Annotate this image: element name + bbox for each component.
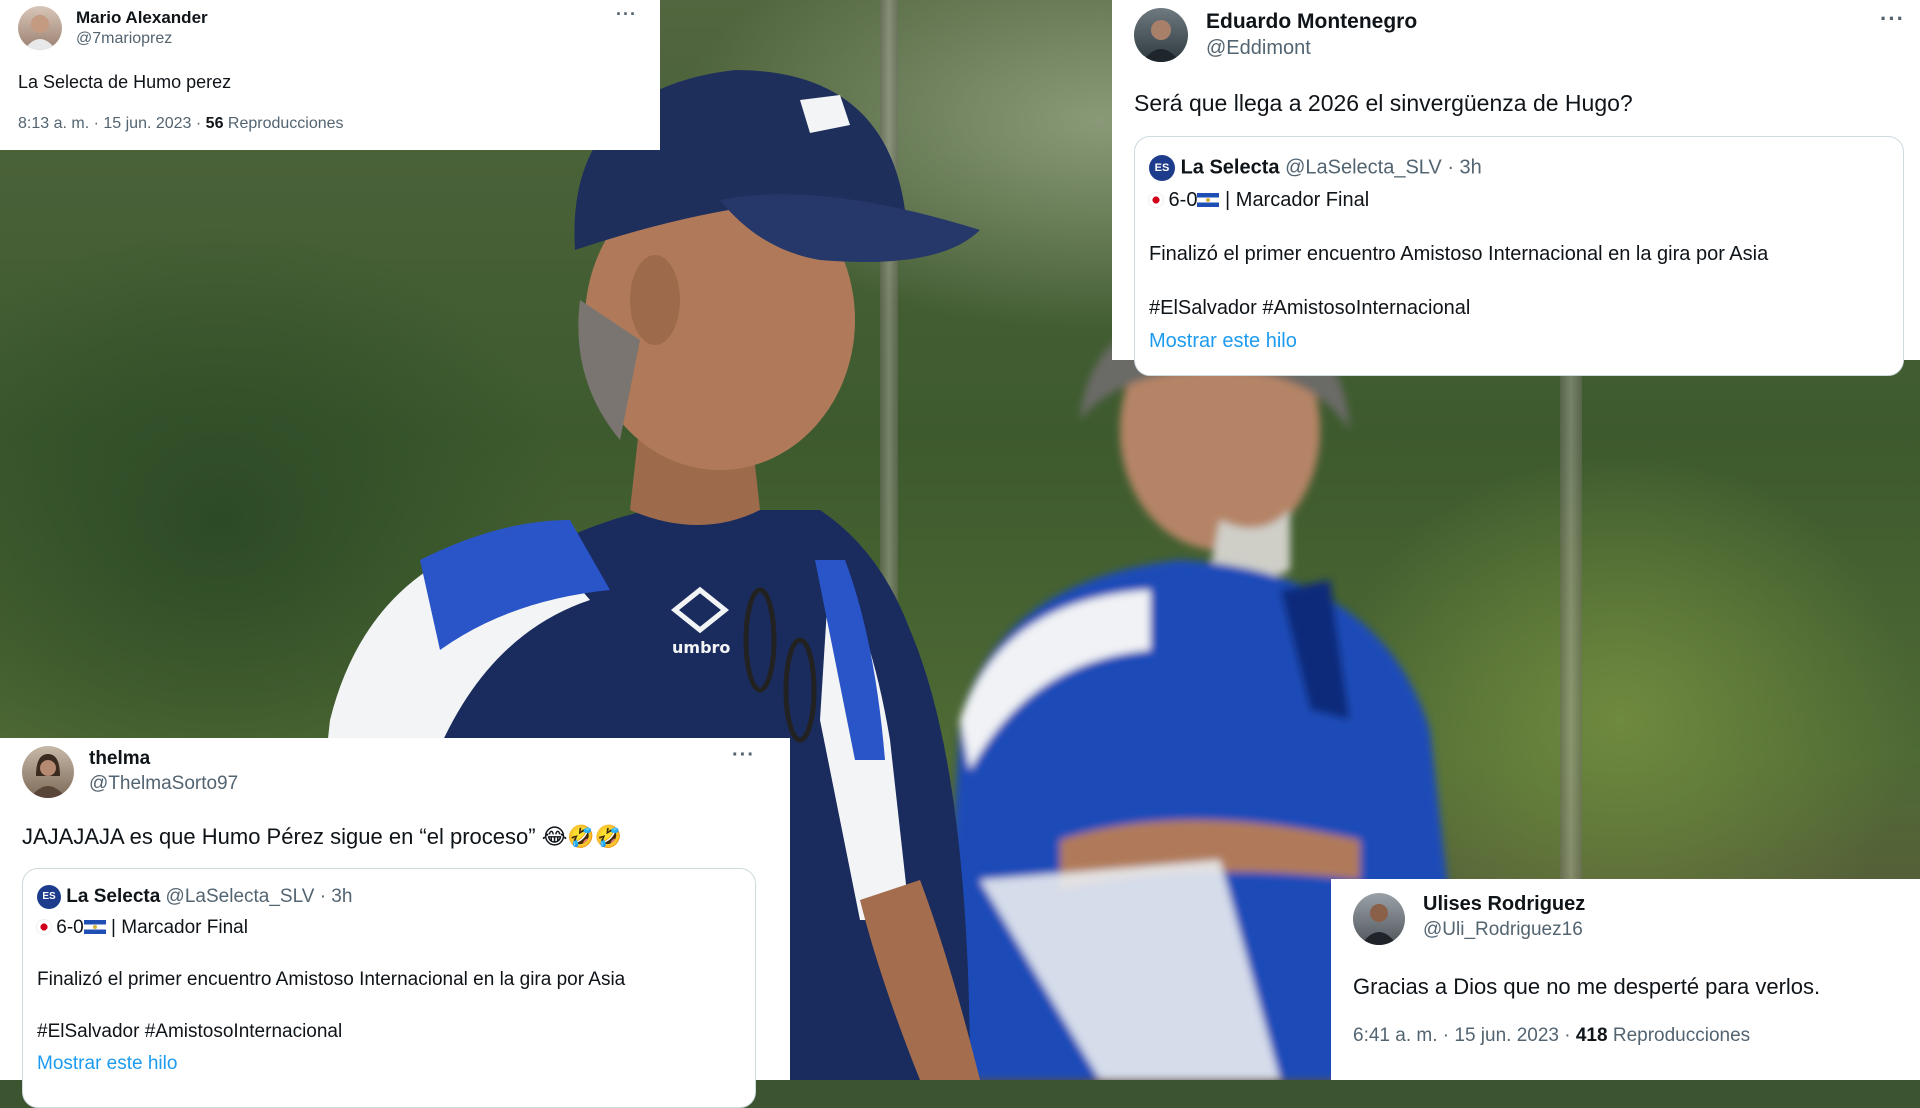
- quoted-display-name[interactable]: La Selecta: [66, 886, 160, 907]
- match-score: 6-0: [51, 917, 84, 938]
- quoted-hashtags[interactable]: #ElSalvador #AmistosoInternacional: [37, 1021, 342, 1043]
- quoted-tweet[interactable]: ES La Selecta @LaSelecta_SLV · 3h 6-0 | …: [22, 868, 756, 1108]
- el-salvador-flag-icon: [1197, 193, 1220, 207]
- tweet-text: JAJAJAJA es que Humo Pérez sigue en “el …: [22, 824, 623, 849]
- more-options-icon[interactable]: ···: [616, 4, 637, 25]
- tweet-timestamp[interactable]: 8:13 a. m. · 15 jun. 2023 ·: [18, 115, 206, 132]
- japan-flag-icon: [1149, 193, 1163, 207]
- quoted-hashtags[interactable]: #ElSalvador #AmistosoInternacional: [1149, 297, 1470, 320]
- quoted-tweet-header: ES La Selecta @LaSelecta_SLV · 3h: [1149, 155, 1482, 181]
- quoted-tweet-header: ES La Selecta @LaSelecta_SLV · 3h: [37, 885, 352, 909]
- views-label: Reproducciones: [1607, 1025, 1751, 1046]
- avatar-portrait-icon: [1361, 904, 1397, 945]
- user-avatar[interactable]: [1353, 893, 1405, 945]
- avatar-portrait-icon: [24, 15, 56, 50]
- user-handle[interactable]: @Uli_Rodriguez16: [1423, 919, 1583, 941]
- user-avatar[interactable]: [22, 746, 74, 798]
- show-thread-link[interactable]: Mostrar este hilo: [37, 1053, 177, 1075]
- tweet-timestamp-views: 8:13 a. m. · 15 jun. 2023 · 56 Reproducc…: [18, 115, 344, 133]
- views-label: Reproducciones: [223, 115, 344, 132]
- tweet-timestamp[interactable]: 6:41 a. m. · 15 jun. 2023 ·: [1353, 1025, 1576, 1046]
- quoted-handle-time: @LaSelecta_SLV · 3h: [1279, 156, 1482, 179]
- tweet-card-ulises: Ulises Rodriguez @Uli_Rodriguez16 Gracia…: [1331, 879, 1920, 1080]
- user-avatar[interactable]: [18, 6, 62, 50]
- user-handle[interactable]: @ThelmaSorto97: [89, 773, 238, 795]
- more-options-icon[interactable]: ···: [1880, 6, 1905, 32]
- quoted-display-name[interactable]: La Selecta: [1181, 156, 1280, 178]
- el-salvador-flag-icon: [83, 920, 106, 934]
- la-selecta-logo-icon: ES: [1149, 155, 1175, 181]
- tweet-timestamp-views: 6:41 a. m. · 15 jun. 2023 · 418 Reproduc…: [1353, 1025, 1750, 1047]
- match-score: 6-0: [1163, 189, 1198, 211]
- user-avatar[interactable]: [1134, 8, 1188, 62]
- japan-flag-icon: [37, 920, 51, 934]
- tweet-card-eduardo: Eduardo Montenegro @Eddimont ··· Será qu…: [1112, 0, 1920, 376]
- views-count: 418: [1575, 1025, 1608, 1046]
- tweet-card-thelma: thelma @ThelmaSorto97 ··· JAJAJAJA es qu…: [0, 738, 790, 1108]
- shirt-brand-text: umbro: [672, 638, 730, 657]
- score-label: | Marcador Final: [105, 917, 248, 938]
- more-options-icon[interactable]: ···: [732, 744, 755, 767]
- tweet-text: Gracias a Dios que no me desperté para v…: [1353, 974, 1821, 999]
- quoted-body-text: Finalizó el primer encuentro Amistoso In…: [1149, 243, 1769, 265]
- score-label: | Marcador Final: [1219, 189, 1370, 211]
- quoted-body-text: Finalizó el primer encuentro Amistoso In…: [37, 969, 626, 990]
- quoted-tweet[interactable]: ES La Selecta @LaSelecta_SLV · 3h 6-0 | …: [1134, 136, 1904, 376]
- user-handle[interactable]: @7marioprez: [76, 30, 172, 48]
- quoted-handle-time: @LaSelecta_SLV · 3h: [160, 886, 353, 908]
- quoted-score-line: 6-0 | Marcador Final: [37, 917, 248, 939]
- user-display-name[interactable]: Ulises Rodriguez: [1423, 893, 1585, 916]
- user-display-name[interactable]: Mario Alexander: [76, 8, 208, 28]
- avatar-portrait-icon: [30, 754, 66, 798]
- avatar-portrait-icon: [1142, 20, 1180, 62]
- tweet-card-mario: Mario Alexander @7marioprez ··· La Selec…: [0, 0, 660, 150]
- views-count: 56: [205, 115, 224, 132]
- quoted-score-line: 6-0 | Marcador Final: [1149, 189, 1369, 212]
- show-thread-link[interactable]: Mostrar este hilo: [1149, 330, 1297, 353]
- tweet-text: La Selecta de Humo perez: [18, 72, 232, 92]
- user-display-name[interactable]: Eduardo Montenegro: [1206, 10, 1417, 34]
- tweet-text: Será que llega a 2026 el sinvergüenza de…: [1134, 90, 1633, 116]
- la-selecta-logo-icon: ES: [37, 885, 61, 909]
- user-handle[interactable]: @Eddimont: [1206, 37, 1311, 60]
- user-display-name[interactable]: thelma: [89, 748, 150, 770]
